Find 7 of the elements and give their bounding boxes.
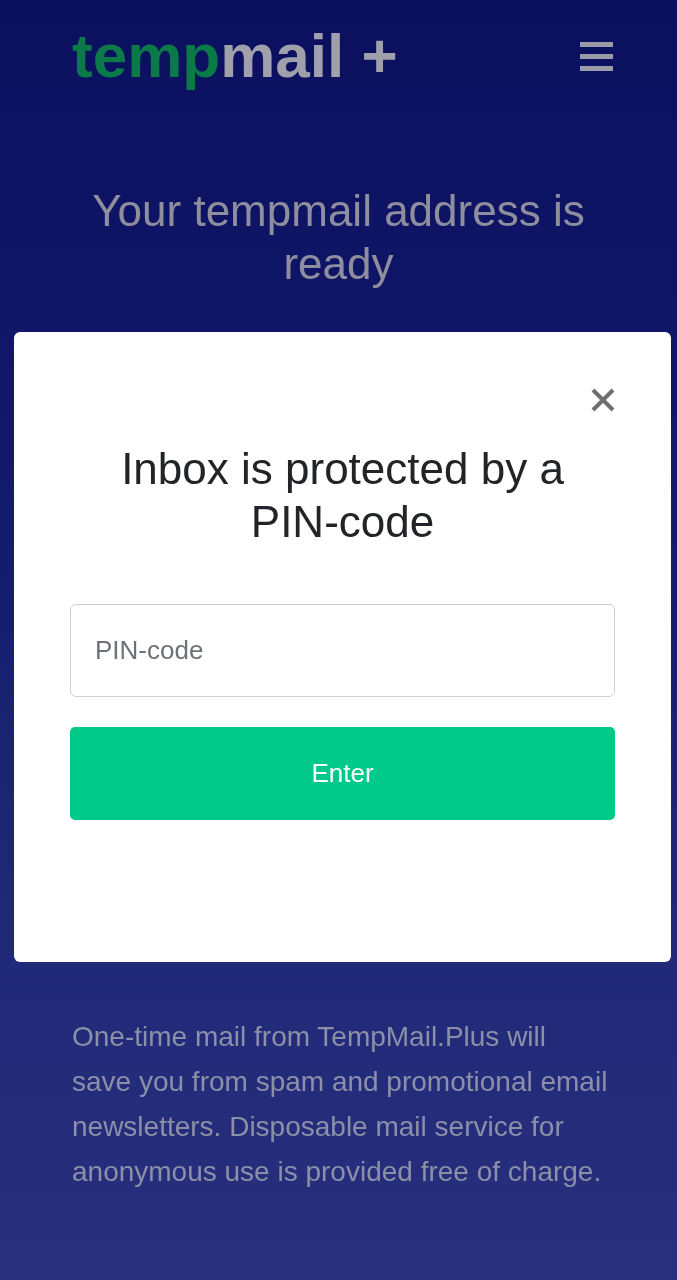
- hero-title: Your tempmail address is ready: [91, 185, 586, 290]
- brand-logo[interactable]: tempmail +: [72, 22, 398, 90]
- menu-icon[interactable]: [580, 39, 613, 73]
- modal-title: Inbox is protected by a PIN-code: [120, 443, 565, 548]
- description-text: One-time mail from TempMail.Plus will save you from spam and promotional email newsletters. Disposable mail service for anonymous use is provided free of charge.: [72, 1020, 609, 1189]
- close-icon[interactable]: [591, 388, 615, 412]
- pin-code-field[interactable]: PIN-code: [70, 604, 615, 697]
